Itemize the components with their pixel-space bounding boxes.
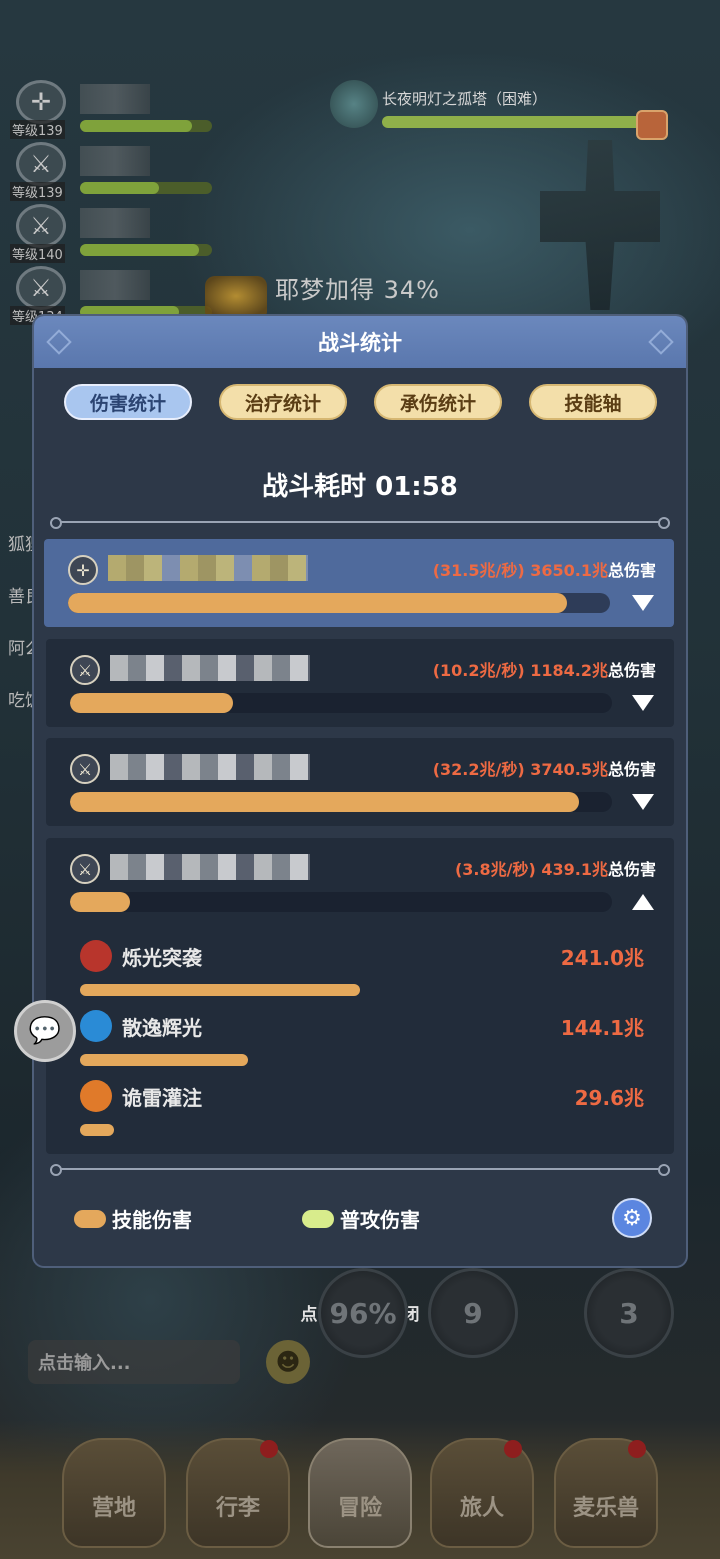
boss-badge-icon bbox=[636, 110, 668, 140]
party-name-blurred bbox=[80, 270, 150, 300]
class-icon: ⚔ bbox=[16, 204, 66, 248]
class-icon: ⚔ bbox=[70, 854, 100, 884]
damage-bar bbox=[70, 892, 612, 912]
nav-travelers[interactable]: 旅人 bbox=[430, 1438, 534, 1548]
skill-bar bbox=[80, 1124, 114, 1136]
class-icon: ✛ bbox=[16, 80, 66, 124]
chat-bubble-icon[interactable]: 💬 bbox=[14, 1000, 76, 1062]
legend-basic-damage: 普攻伤害 bbox=[302, 1204, 420, 1233]
skill-row: 散逸辉光 144.1兆 bbox=[70, 1010, 650, 1070]
skill-row: 烁光突袭 241.0兆 bbox=[70, 940, 650, 1000]
class-icon: ⚔ bbox=[16, 142, 66, 186]
boss-hp-bar bbox=[382, 116, 644, 128]
player-damage-stat: (10.2兆/秒) 1184.2兆总伤害 bbox=[432, 661, 656, 680]
class-icon: ✛ bbox=[68, 555, 98, 585]
party-name-blurred bbox=[80, 208, 150, 238]
notification-badge bbox=[504, 1440, 522, 1458]
ornament-icon bbox=[648, 329, 674, 355]
party-name-blurred bbox=[80, 84, 150, 114]
skill-value: 241.0兆 bbox=[560, 946, 644, 970]
party-name-blurred bbox=[80, 146, 150, 176]
party-member[interactable]: ⚔ 等级140 bbox=[10, 204, 212, 263]
skill-name: 散逸辉光 bbox=[122, 1016, 202, 1040]
player-card[interactable]: ✛ (31.5兆/秒) 3650.1兆总伤害 bbox=[44, 539, 674, 627]
player-name-blurred bbox=[110, 854, 310, 880]
party-level: 等级140 bbox=[10, 244, 65, 263]
class-icon: ⚔ bbox=[16, 266, 66, 310]
skill-value: 144.1兆 bbox=[560, 1016, 644, 1040]
collapse-icon[interactable] bbox=[632, 894, 654, 910]
skill-orb[interactable]: 3 bbox=[584, 1268, 674, 1358]
player-card[interactable]: ⚔ (32.2兆/秒) 3740.5兆总伤害 bbox=[46, 738, 674, 826]
dialog-title: 战斗统计 bbox=[318, 331, 402, 355]
divider bbox=[50, 517, 670, 529]
player-damage-stat: (32.2兆/秒) 3740.5兆总伤害 bbox=[432, 760, 656, 779]
boss-icon bbox=[330, 80, 378, 128]
party-hp-bar bbox=[80, 182, 212, 194]
skill-value: 29.6兆 bbox=[574, 1086, 644, 1110]
nav-camp[interactable]: 营地 bbox=[62, 1438, 166, 1548]
skill-name: 诡雷灌注 bbox=[122, 1086, 202, 1110]
party-member[interactable]: ✛ 等级139 bbox=[10, 80, 212, 139]
skill-icon bbox=[80, 1010, 112, 1042]
enemy-crown-icon bbox=[205, 276, 267, 316]
battle-stats-dialog: 战斗统计 伤害统计 治疗统计 承伤统计 技能轴 战斗耗时 01:58 ✛ (31… bbox=[34, 316, 686, 1266]
expand-icon[interactable] bbox=[632, 695, 654, 711]
nav-adventure[interactable]: 冒险 bbox=[308, 1438, 412, 1548]
damage-bar bbox=[70, 693, 612, 713]
ornament-icon bbox=[46, 329, 72, 355]
notification-badge bbox=[260, 1440, 278, 1458]
tab-healing[interactable]: 治疗统计 bbox=[219, 384, 347, 420]
skill-bar bbox=[80, 984, 360, 996]
nav-luggage[interactable]: 行李 bbox=[186, 1438, 290, 1548]
divider bbox=[50, 1164, 670, 1176]
class-icon: ⚔ bbox=[70, 655, 100, 685]
party-hp-bar bbox=[80, 120, 212, 132]
player-card-expanded[interactable]: ⚔ (3.8兆/秒) 439.1兆总伤害 烁光突袭 241.0兆 散逸辉光 14… bbox=[46, 838, 674, 1154]
player-name-blurred bbox=[110, 754, 310, 780]
expand-icon[interactable] bbox=[632, 595, 654, 611]
skill-row: 诡雷灌注 29.6兆 bbox=[70, 1080, 650, 1140]
player-damage-stat: (31.5兆/秒) 3650.1兆总伤害 bbox=[432, 561, 656, 580]
emoji-icon[interactable]: ☻ bbox=[266, 1340, 310, 1384]
notification-badge bbox=[628, 1440, 646, 1458]
legend-skill-damage: 技能伤害 bbox=[74, 1204, 192, 1233]
damage-bar bbox=[70, 792, 612, 812]
tab-damage[interactable]: 伤害统计 bbox=[64, 384, 192, 420]
damage-bar bbox=[68, 593, 610, 613]
skill-name: 烁光突袭 bbox=[122, 946, 202, 970]
enemy-label: 耶梦加得 34% bbox=[275, 276, 440, 304]
legend-swatch bbox=[74, 1209, 106, 1228]
party-level: 等级139 bbox=[10, 182, 65, 201]
battle-duration: 战斗耗时 01:58 bbox=[262, 472, 458, 502]
skill-orb[interactable]: 96% bbox=[318, 1268, 408, 1358]
tab-skill-timeline[interactable]: 技能轴 bbox=[529, 384, 657, 420]
class-icon: ⚔ bbox=[70, 754, 100, 784]
expand-icon[interactable] bbox=[632, 794, 654, 810]
nav-pets[interactable]: 麦乐兽 bbox=[554, 1438, 658, 1548]
player-name-blurred bbox=[108, 555, 308, 581]
boss-title: 长夜明灯之孤塔（困难） bbox=[382, 90, 548, 108]
legend-swatch bbox=[302, 1209, 334, 1228]
dialog-header: 战斗统计 bbox=[34, 316, 686, 368]
party-hp-bar bbox=[80, 244, 212, 256]
party-level: 等级139 bbox=[10, 120, 65, 139]
skill-icon bbox=[80, 940, 112, 972]
party-member[interactable]: ⚔ 等级139 bbox=[10, 142, 212, 201]
skill-orb[interactable]: 9 bbox=[428, 1268, 518, 1358]
skill-icon bbox=[80, 1080, 112, 1112]
gear-icon[interactable]: ⚙ bbox=[612, 1198, 652, 1238]
stats-tabs: 伤害统计 治疗统计 承伤统计 技能轴 bbox=[34, 368, 686, 438]
bottom-nav: 营地 行李 冒险 旅人 麦乐兽 bbox=[0, 1420, 720, 1559]
chat-input[interactable]: 点击输入... bbox=[28, 1340, 240, 1384]
skill-bar bbox=[80, 1054, 248, 1066]
player-damage-stat: (3.8兆/秒) 439.1兆总伤害 bbox=[454, 860, 656, 879]
tab-damage-taken[interactable]: 承伤统计 bbox=[374, 384, 502, 420]
player-name-blurred bbox=[110, 655, 310, 681]
player-card[interactable]: ⚔ (10.2兆/秒) 1184.2兆总伤害 bbox=[46, 639, 674, 727]
